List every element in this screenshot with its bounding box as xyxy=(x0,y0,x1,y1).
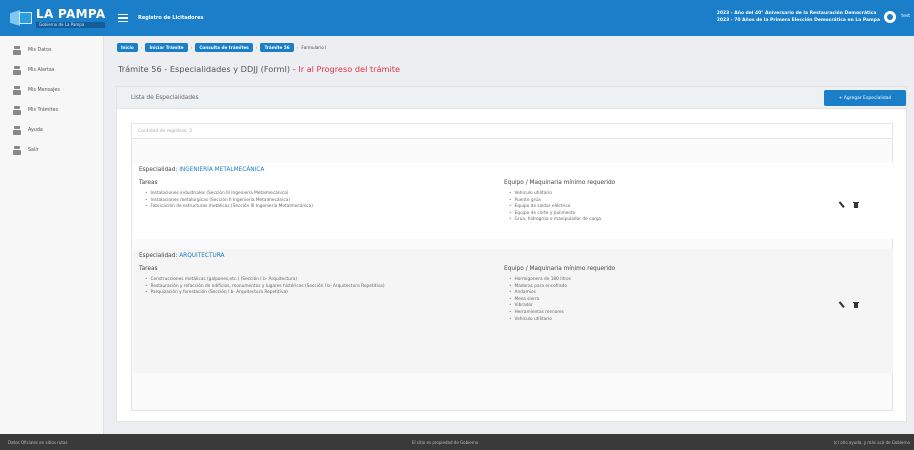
card-title: Lista de Especialidades xyxy=(131,94,199,101)
row-actions xyxy=(839,302,859,308)
list-item: Especialidad: INGENIERÍA METALMECÁNICA T… xyxy=(133,163,893,239)
header-notice: 2023 - Año del 40° Aniversario de la Res… xyxy=(717,10,880,24)
user-icon xyxy=(13,145,21,155)
card-header: Lista de Especialidades + Agregar Especi… xyxy=(117,87,906,109)
specialty-name: ARQUITECTURA xyxy=(179,253,225,259)
tasks-list: Instalaciones industriales (Sección III … xyxy=(145,191,313,211)
breadcrumb: Inicio › Iniciar Trámite › Consulta de t… xyxy=(117,43,326,52)
equipment-item: Herramientas menores xyxy=(509,310,571,317)
logo[interactable]: LA PAMPA Gobierno de La Pampa xyxy=(0,0,110,36)
delete-icon[interactable] xyxy=(853,302,859,308)
page-title: Trámite 56 - Especialidades y DDJJ (Form… xyxy=(118,64,400,74)
specialty-title: Especialidad: ARQUITECTURA xyxy=(139,253,893,259)
sidebar: Mis Datos Mis Alertas Mis Mensajes Mis T… xyxy=(0,36,104,434)
sidebar-item-label: Mis Alertas xyxy=(28,67,55,73)
user-name[interactable]: test xyxy=(901,14,910,19)
sidebar-item-mis-tramites[interactable]: Mis Trámites xyxy=(0,100,103,120)
sidebar-item-mis-mensajes[interactable]: Mis Mensajes xyxy=(0,80,103,100)
logo-subtext: Gobierno de La Pampa xyxy=(36,22,106,28)
notice-line-2: 2023 - 70 Años de la Primera Elección De… xyxy=(716,18,880,23)
sidebar-item-label: Salir xyxy=(28,147,39,153)
sidebar-item-mis-alertas[interactable]: Mis Alertas xyxy=(0,60,103,80)
equipment-item: Equipo de soldar eléctrico xyxy=(509,204,601,211)
sidebar-item-label: Mis Mensajes xyxy=(28,87,60,93)
equipment-item: Vehículo utilitario xyxy=(509,191,601,198)
edit-icon[interactable] xyxy=(838,201,846,209)
specialties-list: Cantidad de registros: 2 Especialidad: I… xyxy=(131,123,893,411)
task-item: Fabricación de estructuras metálicas (Se… xyxy=(145,204,313,211)
footer-right: (c) año ayuda, y más acá de Gobierno xyxy=(833,439,910,445)
list-item: Especialidad: ARQUITECTURA Tareas Equipo… xyxy=(133,249,893,373)
user-icon xyxy=(13,125,21,135)
user-icon xyxy=(13,85,21,95)
breadcrumb-separator: › xyxy=(296,45,299,50)
user-icon xyxy=(13,45,21,55)
user-icon xyxy=(13,105,21,115)
equipment-item: Vehículo utilitario xyxy=(509,317,571,324)
equipment-item: Vibrador xyxy=(509,303,571,310)
specialties-card: Lista de Especialidades + Agregar Especi… xyxy=(116,86,907,422)
breadcrumb-separator: › xyxy=(255,45,258,50)
specialty-name: INGENIERÍA METALMECÁNICA xyxy=(179,167,265,173)
sidebar-item-label: Ayuda xyxy=(28,127,43,133)
add-specialty-button[interactable]: + Agregar Especialidad xyxy=(824,90,906,106)
specialty-label: Especialidad: xyxy=(139,253,178,259)
flag-icon xyxy=(10,10,32,26)
breadcrumb-iniciar-tramite[interactable]: Iniciar Trámite xyxy=(145,43,188,52)
sidebar-item-label: Mis Trámites xyxy=(28,107,58,113)
record-count: Cantidad de registros: 2 xyxy=(132,124,892,139)
breadcrumb-inicio[interactable]: Inicio xyxy=(117,43,138,52)
page-title-text: Trámite 56 - Especialidades y DDJJ (Form… xyxy=(118,64,299,74)
footer-middle: El sitio es propiedad de Gobierno xyxy=(412,439,479,445)
tasks-list: Construcciones metálicas (galpones,etc.)… xyxy=(145,277,385,297)
top-bar: LA PAMPA Gobierno de La Pampa Registro d… xyxy=(0,0,914,36)
menu-icon[interactable] xyxy=(118,13,128,23)
user-icon xyxy=(13,65,21,75)
equipment-item: Hormigonera de 180 litros xyxy=(509,277,571,284)
breadcrumb-separator: › xyxy=(190,45,193,50)
notice-line-1: 2023 - Año del 40° Aniversario de la Res… xyxy=(716,11,877,16)
sidebar-item-salir[interactable]: Salir xyxy=(0,140,103,160)
sidebar-item-label: Mis Datos xyxy=(28,47,52,53)
breadcrumb-current: Formulario I xyxy=(301,45,327,50)
footer: Datos Oficiales en sitios rutas El sitio… xyxy=(0,434,914,450)
sidebar-item-mis-datos[interactable]: Mis Datos xyxy=(0,40,103,60)
delete-icon[interactable] xyxy=(853,202,859,208)
equipment-item: Grúa, hidrogrúa o manipulador de carga xyxy=(509,217,602,224)
logo-text: LA PAMPA xyxy=(36,7,106,21)
row-actions xyxy=(839,202,859,208)
tasks-title: Tareas xyxy=(139,180,158,186)
main-content: Inicio › Iniciar Trámite › Consulta de t… xyxy=(104,36,914,434)
app-title: Registro de Licitadores xyxy=(138,15,204,21)
breadcrumb-tramite[interactable]: Trámite 56 xyxy=(260,43,294,52)
task-item: Parquización y forestación (Sección I b-… xyxy=(145,290,385,297)
specialty-title: Especialidad: INGENIERÍA METALMECÁNICA xyxy=(139,167,893,173)
equipment-title: Equipo / Maquinaria mínimo requerido xyxy=(504,180,616,186)
equipment-item: Andamios xyxy=(509,290,571,297)
breadcrumb-separator: › xyxy=(140,45,143,50)
specialty-label: Especialidad: xyxy=(139,167,178,173)
equipment-list: Vehículo utilitario Puente grúa Equipo d… xyxy=(509,191,602,224)
task-item: Construcciones metálicas (galpones,etc.)… xyxy=(145,277,385,284)
footer-left[interactable]: Datos Oficiales en sitios rutas xyxy=(8,440,68,445)
task-item: Instalaciones industriales (Sección III … xyxy=(145,191,313,198)
user-avatar-icon[interactable] xyxy=(884,11,896,23)
equipment-title: Equipo / Maquinaria mínimo requerido xyxy=(504,266,616,272)
equipment-list: Hormigonera de 180 litros Maderas para e… xyxy=(509,277,571,323)
sidebar-item-ayuda[interactable]: Ayuda xyxy=(0,120,103,140)
progress-link[interactable]: Ir al Progreso del trámite xyxy=(298,64,400,74)
edit-icon[interactable] xyxy=(838,301,846,309)
tasks-title: Tareas xyxy=(139,266,158,272)
breadcrumb-consulta-tramites[interactable]: Consulta de trámites xyxy=(195,43,253,52)
